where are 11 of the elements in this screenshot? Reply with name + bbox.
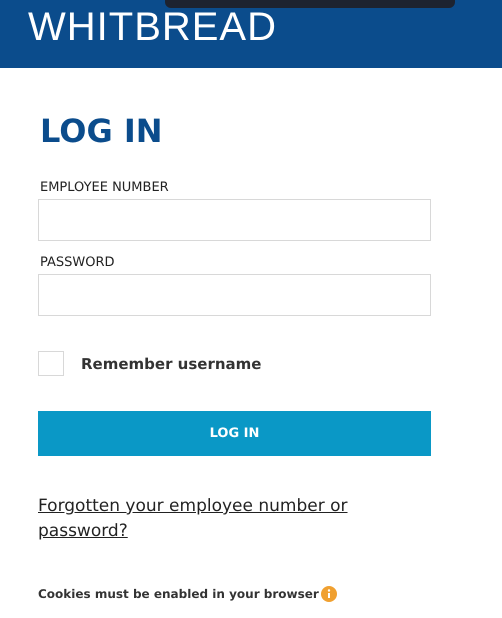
info-icon[interactable] <box>320 586 337 602</box>
cookie-note: Cookies must be enabled in your browser <box>38 587 319 601</box>
field-label: EMPLOYEE NUMBER <box>40 180 170 195</box>
page-title: LOG IN <box>40 112 164 150</box>
checkbox-label: Remember username <box>81 354 262 372</box>
field-label: PASSWORD <box>40 255 116 270</box>
input-field[interactable] <box>38 199 431 241</box>
input-field[interactable] <box>38 274 431 316</box>
logo: WHITBREAD <box>28 4 277 50</box>
checkbox[interactable] <box>38 351 64 376</box>
forgot-link[interactable]: Forgotten your employee number or password? <box>38 494 398 544</box>
